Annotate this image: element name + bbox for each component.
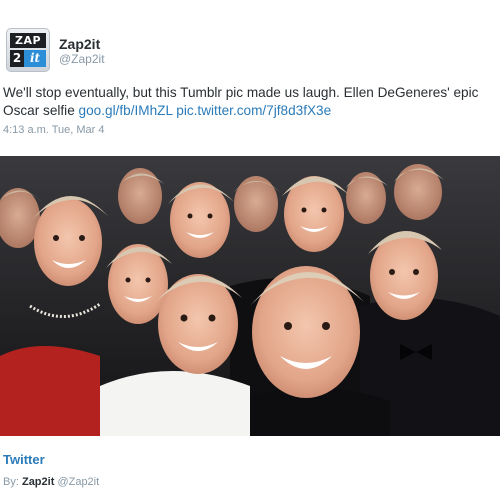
tweet-text: We'll stop eventually, but this Tumblr p… (3, 84, 497, 120)
account-handle[interactable]: @Zap2it (59, 52, 105, 66)
byline-prefix: By: (3, 476, 19, 488)
avatar-logo-bottom: 2 it (10, 50, 46, 67)
tweet-link-pic[interactable]: pic.twitter.com/7jf8d3fX3e (176, 103, 331, 118)
byline-handle[interactable]: @Zap2it (57, 476, 99, 488)
selfie-photo-illustration (0, 156, 500, 436)
byline-name[interactable]: Zap2it (22, 476, 54, 488)
tweet-photo[interactable] (0, 156, 500, 436)
account-names: Zap2it @Zap2it (59, 36, 105, 66)
avatar-logo-top: ZAP (10, 33, 46, 48)
avatar-logo-number: 2 (10, 50, 24, 67)
card-byline: By: Zap2it @Zap2it (3, 476, 99, 488)
avatar-logo-it: it (24, 50, 46, 67)
tweet-header: ZAP 2 it Zap2it @Zap2it (6, 28, 105, 76)
tweet-link-short[interactable]: goo.gl/fb/IMhZL (79, 103, 173, 118)
display-name[interactable]: Zap2it (59, 36, 105, 52)
avatar[interactable]: ZAP 2 it (6, 28, 50, 72)
tweet: ZAP 2 it Zap2it @Zap2it We'll stop event… (0, 0, 500, 500)
card-source-link[interactable]: Twitter (3, 452, 45, 467)
tweet-timestamp[interactable]: 4:13 a.m. Tue, Mar 4 (3, 124, 105, 136)
